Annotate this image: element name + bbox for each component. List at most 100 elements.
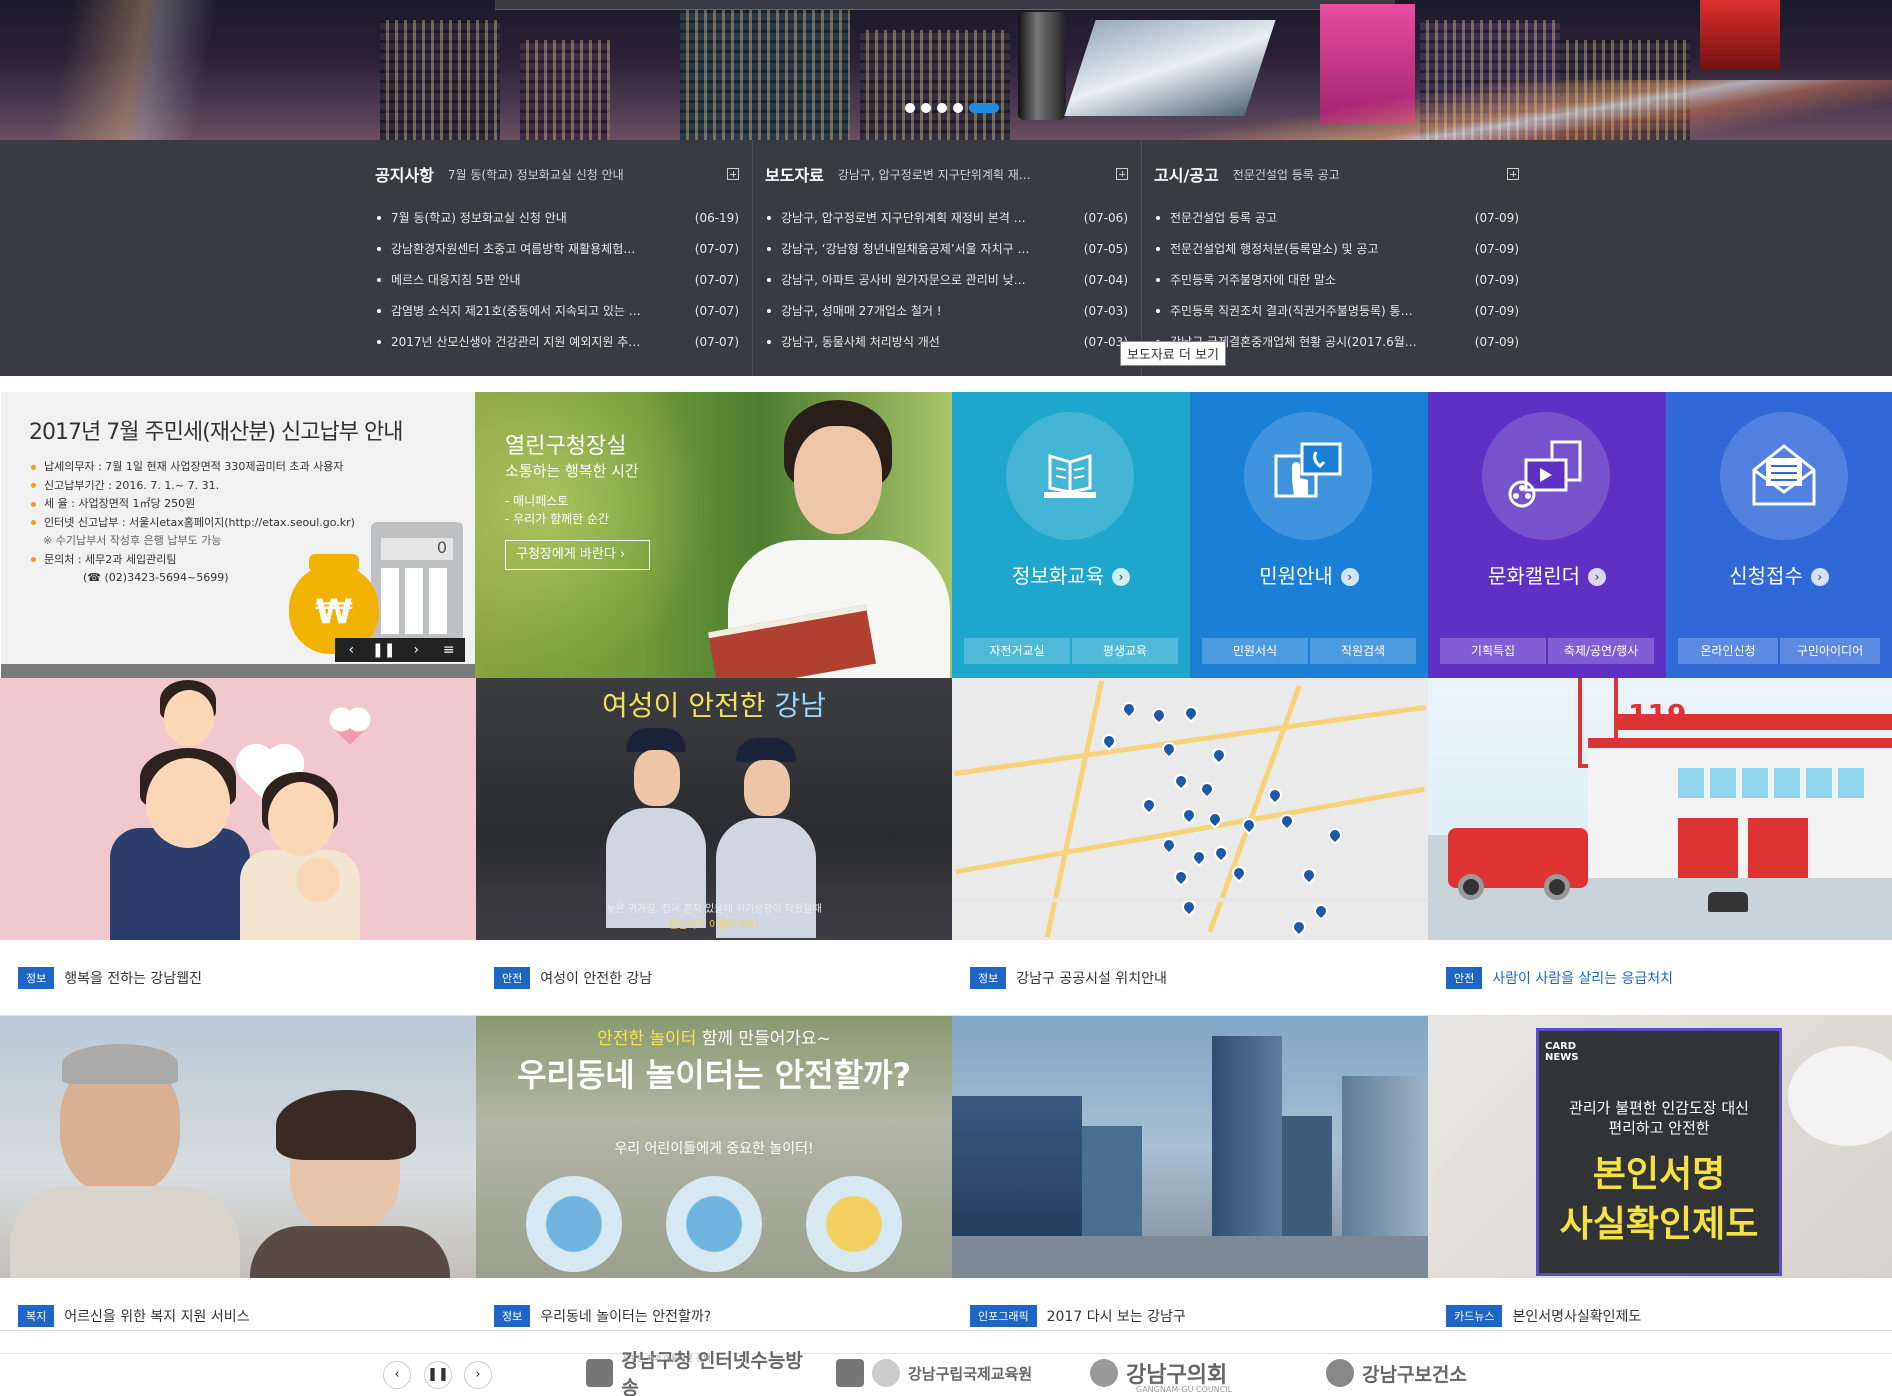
sublink[interactable]: 평생교육 <box>1072 638 1178 664</box>
list-item[interactable]: 7월 동(학교) 정보화교실 신청 안내 (06-19) <box>375 202 739 233</box>
map-pin-icon[interactable] <box>1171 771 1191 791</box>
card-title[interactable]: 강남구 공공시설 위치안내 <box>1016 968 1167 988</box>
list-item[interactable]: 강남구, 아파트 공사비 원가자문으로 관리비 낮… (07-04) <box>765 264 1128 295</box>
card-signature-news[interactable]: CARD NEWS 관리가 불편한 인감도장 대신 편리하고 안전한 본인서명 … <box>1428 1016 1892 1354</box>
tab-announcement[interactable]: 고시/공고 <box>1154 162 1219 186</box>
more-plus-icon[interactable] <box>1507 168 1519 180</box>
sublink[interactable]: 직원검색 <box>1310 638 1416 664</box>
moments-link[interactable]: - 우리가 함께한 순간 <box>505 510 609 528</box>
card-caption[interactable]: 정보 행복을 전하는 강남웹진 <box>0 940 476 1016</box>
map-pin-icon[interactable] <box>1139 795 1159 815</box>
hero-banner[interactable] <box>0 0 1892 140</box>
list-item[interactable]: 강남구, 압구정로변 지구단위계획 재정비 본격 … (07-06) <box>765 202 1128 233</box>
card-caption[interactable]: 정보 강남구 공공시설 위치안내 <box>952 940 1428 1016</box>
list-item[interactable]: 메르스 대응지침 5판 안내 (07-07) <box>375 264 739 295</box>
map-pin-icon[interactable] <box>1289 917 1309 937</box>
tile-label[interactable]: 신청접수 › <box>1666 560 1892 589</box>
manifesto-link[interactable]: - 매니페스토 <box>505 492 609 510</box>
sublink[interactable]: 온라인신청 <box>1678 638 1778 664</box>
card-title[interactable]: 사람이 사람을 살리는 응급처치 <box>1492 968 1673 988</box>
list-item[interactable]: 주민등록 직권조치 결과(직권거주불명등록) 통… (07-09) <box>1154 295 1519 326</box>
item-title[interactable]: 전문건설업 등록 공고 <box>1170 209 1473 226</box>
card-title[interactable]: 어르신을 위한 복지 지원 서비스 <box>64 1306 249 1326</box>
hero-dot-active[interactable] <box>969 103 999 113</box>
card-facility-map[interactable]: 정보 강남구 공공시설 위치안내 <box>952 678 1428 1016</box>
map-pin-icon[interactable] <box>1159 835 1179 855</box>
sublink[interactable]: 축제/공연/행사 <box>1548 638 1654 664</box>
next-button[interactable]: › <box>400 638 433 662</box>
menu-button[interactable]: ≡ <box>433 638 466 662</box>
item-title[interactable]: 강남구, ‘강남형 청년내일채움공제’서울 자치구 … <box>781 240 1082 257</box>
map-pin-icon[interactable] <box>1299 865 1319 885</box>
next-button[interactable]: › <box>464 1361 492 1389</box>
item-title[interactable]: 강남구, 성매매 27개업소 철거 ! <box>781 302 1082 319</box>
card-title[interactable]: 우리동네 놀이터는 안전할까? <box>540 1306 711 1326</box>
column-headline[interactable]: 7월 동(학교) 정보화교실 신청 안내 <box>448 166 719 183</box>
item-title[interactable]: 강남환경자원센터 초중고 여름방학 재활용체험… <box>391 240 693 257</box>
tile-label[interactable]: 민원안내 › <box>1190 560 1428 589</box>
item-title[interactable]: 강남구, 압구정로변 지구단위계획 재정비 본격 … <box>781 209 1082 226</box>
partner-logo-council[interactable]: 강남구의회 GANGNAM-GU COUNCIL <box>1090 1353 1260 1394</box>
sublink[interactable]: 민원서식 <box>1202 638 1308 664</box>
card-title[interactable]: 행복을 전하는 강남웹진 <box>64 968 202 988</box>
column-headline[interactable]: 전문건설업 등록 공고 <box>1233 166 1499 183</box>
partner-logo-health[interactable]: 강남구보건소 <box>1326 1353 1496 1393</box>
partner-logo-suneung[interactable]: 꿈꾸는 자의 아름다운 선택 강남구청 인터넷수능방송 <box>586 1350 816 1396</box>
map-pin-icon[interactable] <box>1189 847 1209 867</box>
item-title[interactable]: 감염병 소식지 제21호(중동에서 지속되고 있는 … <box>391 302 693 319</box>
prev-button[interactable]: ‹ <box>335 638 368 662</box>
prev-button[interactable]: ‹ <box>383 1361 411 1389</box>
pause-button[interactable]: ❚❚ <box>368 638 401 662</box>
list-item[interactable]: 감염병 소식지 제21호(중동에서 지속되고 있는 … (07-07) <box>375 295 739 326</box>
tax-banner[interactable]: 2017년 7월 주민세(재산분) 신고납부 안내 납세의무자 : 7월 1일 … <box>1 392 475 678</box>
card-first-aid[interactable]: 119 안전 사람이 사람을 살리는 응급처치 <box>1428 678 1892 1016</box>
item-title[interactable]: 7월 동(학교) 정보화교실 신청 안내 <box>391 209 693 226</box>
item-title[interactable]: 주민등록 거주불명자에 대한 말소 <box>1170 271 1473 288</box>
tile-culture-calendar[interactable]: 문화캘린더 › 기획특집 축제/공연/행사 <box>1428 392 1666 678</box>
more-plus-icon[interactable] <box>1116 168 1128 180</box>
card-title[interactable]: 여성이 안전한 강남 <box>540 968 652 988</box>
item-title[interactable]: 강남구, 동물사체 처리방식 개선 <box>781 333 1082 350</box>
item-title[interactable]: 주민등록 직권조치 결과(직권거주불명등록) 통… <box>1170 302 1473 319</box>
map-pin-icon[interactable] <box>1311 901 1331 921</box>
map-pin-icon[interactable] <box>1209 745 1229 765</box>
map-pin-icon[interactable] <box>1119 699 1139 719</box>
card-infographic[interactable]: 인포그래픽 2017 다시 보는 강남구 <box>952 1016 1428 1354</box>
list-item[interactable]: 강남환경자원센터 초중고 여름방학 재활용체험… (07-07) <box>375 233 739 264</box>
tile-info-education[interactable]: 정보화교육 › 자전거교실 평생교육 <box>952 392 1190 678</box>
map-pin-icon[interactable] <box>1211 843 1231 863</box>
sublink[interactable]: 기획특집 <box>1440 638 1546 664</box>
list-item[interactable]: 강남구, 동물사체 처리방식 개선 (07-03) <box>765 326 1128 357</box>
list-item[interactable]: 2017년 산모신생아 건강관리 지원 예외지원 추… (07-07) <box>375 326 739 357</box>
map-pin-icon[interactable] <box>1149 705 1169 725</box>
hero-dot[interactable] <box>905 103 915 113</box>
card-caption[interactable]: 안전 사람이 사람을 살리는 응급처치 <box>1428 940 1892 1016</box>
list-item[interactable]: 강남구, ‘강남형 청년내일채움공제’서울 자치구 … (07-05) <box>765 233 1128 264</box>
tile-label[interactable]: 정보화교육 › <box>952 560 1190 589</box>
list-item[interactable]: 전문건설업 등록 공고 (07-09) <box>1154 202 1519 233</box>
partner-logo-education[interactable]: 강남구립국제교육원 <box>836 1353 1036 1393</box>
sublink[interactable]: 자전거교실 <box>964 638 1070 664</box>
tile-label[interactable]: 문화캘린더 › <box>1428 560 1666 589</box>
map-pin-icon[interactable] <box>1171 867 1191 887</box>
map-pin-icon[interactable] <box>1181 703 1201 723</box>
card-playground[interactable]: 안전한 놀이터 함께 만들어가요~ 우리동네 놀이터는 안전할까? 우리 어린이… <box>476 1016 952 1354</box>
map-pin-icon[interactable] <box>1325 825 1345 845</box>
pause-button[interactable]: ❚❚ <box>424 1361 452 1389</box>
column-headline[interactable]: 강남구, 압구정로변 지구단위계획 재… <box>838 166 1108 183</box>
mayor-banner[interactable]: 열린구청장실 소통하는 행복한 시간 - 매니페스토 - 우리가 함께한 순간 … <box>475 392 952 678</box>
list-item[interactable]: 강남구, 성매매 27개업소 철거 ! (07-03) <box>765 295 1128 326</box>
list-item[interactable]: 전문건설업체 행정처분(등록말소) 및 공고 (07-09) <box>1154 233 1519 264</box>
card-title[interactable]: 2017 다시 보는 강남구 <box>1047 1306 1186 1326</box>
map-pin-icon[interactable] <box>1179 805 1199 825</box>
ask-mayor-button[interactable]: 구청장에게 바란다 › <box>505 540 650 570</box>
more-plus-icon[interactable] <box>727 168 739 180</box>
hero-dot[interactable] <box>937 103 947 113</box>
item-title[interactable]: 메르스 대응지침 5판 안내 <box>391 271 693 288</box>
card-caption[interactable]: 안전 여성이 안전한 강남 <box>476 940 952 1016</box>
map-pin-icon[interactable] <box>1265 785 1285 805</box>
map-pin-icon[interactable] <box>1197 779 1217 799</box>
card-senior-welfare[interactable]: 복지 어르신을 위한 복지 지원 서비스 <box>0 1016 476 1354</box>
item-title[interactable]: 강남구, 아파트 공사비 원가자문으로 관리비 낮… <box>781 271 1082 288</box>
sublink[interactable]: 구민아이디어 <box>1780 638 1880 664</box>
